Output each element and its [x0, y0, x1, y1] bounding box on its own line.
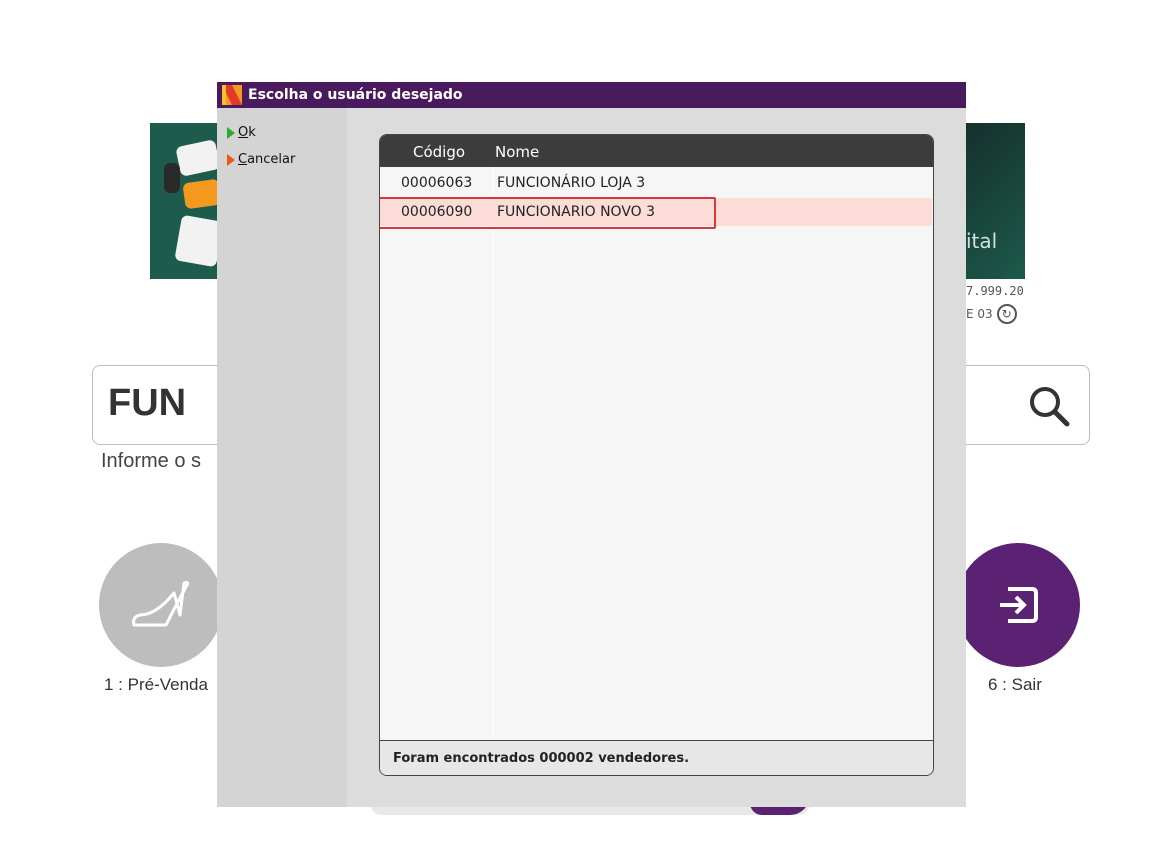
users-table: Código Nome 00006063 FUNCIONÁRIO LOJA 3 …	[379, 134, 934, 776]
cancel-button[interactable]: Cancelar	[227, 152, 295, 167]
cancel-hotkey: C	[238, 152, 248, 167]
pre-venda-label: 1 : Pré-Venda	[104, 675, 208, 694]
user-selection-dialog: Escolha o usuário desejado Ok Cancelar C…	[217, 82, 966, 807]
ok-hotkey: O	[238, 125, 249, 140]
high-heel-shoe-icon	[132, 581, 190, 627]
column-divider	[493, 167, 494, 741]
dialog-titlebar[interactable]: Escolha o usuário desejado	[217, 82, 966, 108]
table-header: Código Nome	[380, 135, 933, 167]
store-code: E 03	[966, 307, 993, 321]
search-value: FUN	[108, 382, 187, 424]
promo-banner-right: ital	[966, 123, 1025, 279]
cancel-label: ancelar	[247, 152, 296, 167]
cancel-arrow-icon	[227, 153, 235, 166]
dialog-title: Escolha o usuário desejado	[248, 87, 463, 103]
column-header-nome[interactable]: Nome	[495, 143, 539, 161]
ok-button[interactable]: Ok	[227, 125, 256, 140]
dialog-sidepanel: Ok Cancelar	[217, 108, 347, 807]
version-label: 7.999.20	[966, 284, 1024, 298]
refresh-icon[interactable]: ↻	[996, 304, 1017, 324]
cell-name: FUNCIONARIO NOVO 3	[497, 204, 656, 220]
cell-code: 00006090	[401, 204, 473, 220]
result-count-text: Foram encontrados 000002 vendedores.	[393, 751, 690, 766]
app-logo-icon	[222, 85, 242, 105]
pre-venda-button[interactable]	[99, 543, 223, 667]
promo-banner-left	[150, 123, 220, 279]
search-icon[interactable]	[1027, 384, 1071, 428]
search-hint: Informe o s	[101, 450, 202, 472]
sair-button[interactable]	[956, 543, 1080, 667]
exit-icon	[1000, 587, 1038, 623]
table-body[interactable]: 00006063 FUNCIONÁRIO LOJA 3 00006090 FUN…	[380, 167, 933, 741]
table-row-selected[interactable]: 00006090 FUNCIONARIO NOVO 3	[380, 197, 932, 229]
banner-text: ital	[966, 229, 998, 253]
cell-name: FUNCIONÁRIO LOJA 3	[497, 175, 646, 191]
table-row[interactable]: 00006063 FUNCIONÁRIO LOJA 3	[380, 169, 933, 197]
column-header-codigo[interactable]: Código	[413, 143, 465, 161]
ok-label: k	[248, 125, 256, 140]
ok-arrow-icon	[227, 126, 235, 139]
sair-label: 6 : Sair	[988, 675, 1042, 694]
table-footer: Foram encontrados 000002 vendedores.	[380, 740, 933, 775]
cell-code: 00006063	[401, 175, 473, 191]
store-label: E 03 ↻	[966, 304, 1017, 324]
